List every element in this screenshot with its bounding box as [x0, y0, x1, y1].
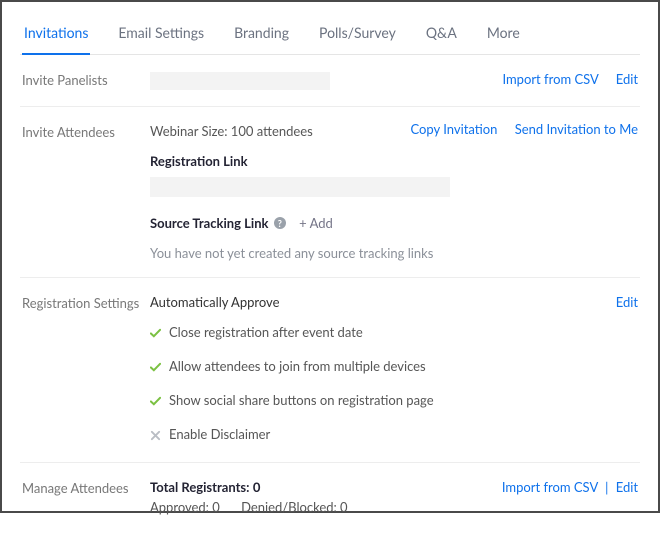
import-attendees-csv[interactable]: Import from CSV [502, 479, 598, 495]
section-invite-panelists: Invite Panelists Import from CSV Edit [20, 55, 640, 107]
edit-panelists[interactable]: Edit [616, 71, 638, 87]
tab-more[interactable]: More [485, 16, 522, 55]
opt-text: Enable Disclaimer [169, 426, 270, 442]
opt-multi-device: Allow attendees to join from multiple de… [150, 358, 602, 374]
tab-invitations[interactable]: Invitations [22, 16, 90, 55]
send-invitation-me[interactable]: Send Invitation to Me [515, 121, 638, 137]
tab-email-settings[interactable]: Email Settings [116, 16, 206, 55]
registration-mode: Automatically Approve [150, 294, 602, 310]
add-tracking-link[interactable]: + Add [299, 215, 333, 231]
tab-branding[interactable]: Branding [232, 16, 291, 55]
tab-qa[interactable]: Q&A [424, 16, 459, 55]
total-registrants-label: Total Registrants: [150, 479, 249, 495]
section-registration-settings: Registration Settings Automatically Appr… [20, 278, 640, 463]
label-invite-panelists: Invite Panelists [22, 71, 150, 90]
label-invite-attendees: Invite Attendees [22, 123, 150, 261]
label-manage-attendees: Manage Attendees [22, 479, 150, 515]
opt-social-share: Show social share buttons on registratio… [150, 392, 602, 408]
copy-invitation[interactable]: Copy Invitation [410, 121, 497, 137]
edit-attendees[interactable]: Edit [616, 479, 638, 495]
panelists-redacted [150, 72, 330, 90]
check-icon [150, 360, 161, 371]
section-invite-attendees: Invite Attendees Webinar Size: 100 atten… [20, 107, 640, 278]
total-registrants-value: 0 [253, 479, 261, 495]
opt-text: Show social share buttons on registratio… [169, 392, 434, 408]
registration-link-label: Registration Link [150, 153, 248, 169]
import-panelists-csv[interactable]: Import from CSV [502, 71, 598, 87]
no-tracking-msg: You have not yet created any source trac… [150, 245, 638, 261]
check-icon [150, 394, 161, 405]
check-icon [150, 326, 161, 337]
info-icon[interactable]: ? [274, 217, 286, 229]
approved-count: Approved: 0 [150, 499, 220, 515]
tab-polls[interactable]: Polls/Survey [317, 16, 398, 55]
label-registration-settings: Registration Settings [22, 294, 150, 446]
webinar-size: Webinar Size: 100 attendees [150, 123, 396, 139]
opt-disclaimer: Enable Disclaimer [150, 426, 602, 442]
source-tracking-label: Source Tracking Link [150, 215, 268, 231]
section-manage-attendees: Manage Attendees Total Registrants: 0 Ap… [20, 463, 640, 531]
x-icon [150, 428, 161, 439]
denied-count: Denied/Blocked: 0 [241, 499, 347, 515]
tabs-bar: Invitations Email Settings Branding Poll… [20, 12, 640, 55]
opt-text: Allow attendees to join from multiple de… [169, 358, 426, 374]
edit-registration[interactable]: Edit [616, 294, 638, 310]
opt-close-registration: Close registration after event date [150, 324, 602, 340]
separator: | [605, 479, 608, 495]
opt-text: Close registration after event date [169, 324, 363, 340]
registration-link-redacted [150, 177, 450, 197]
